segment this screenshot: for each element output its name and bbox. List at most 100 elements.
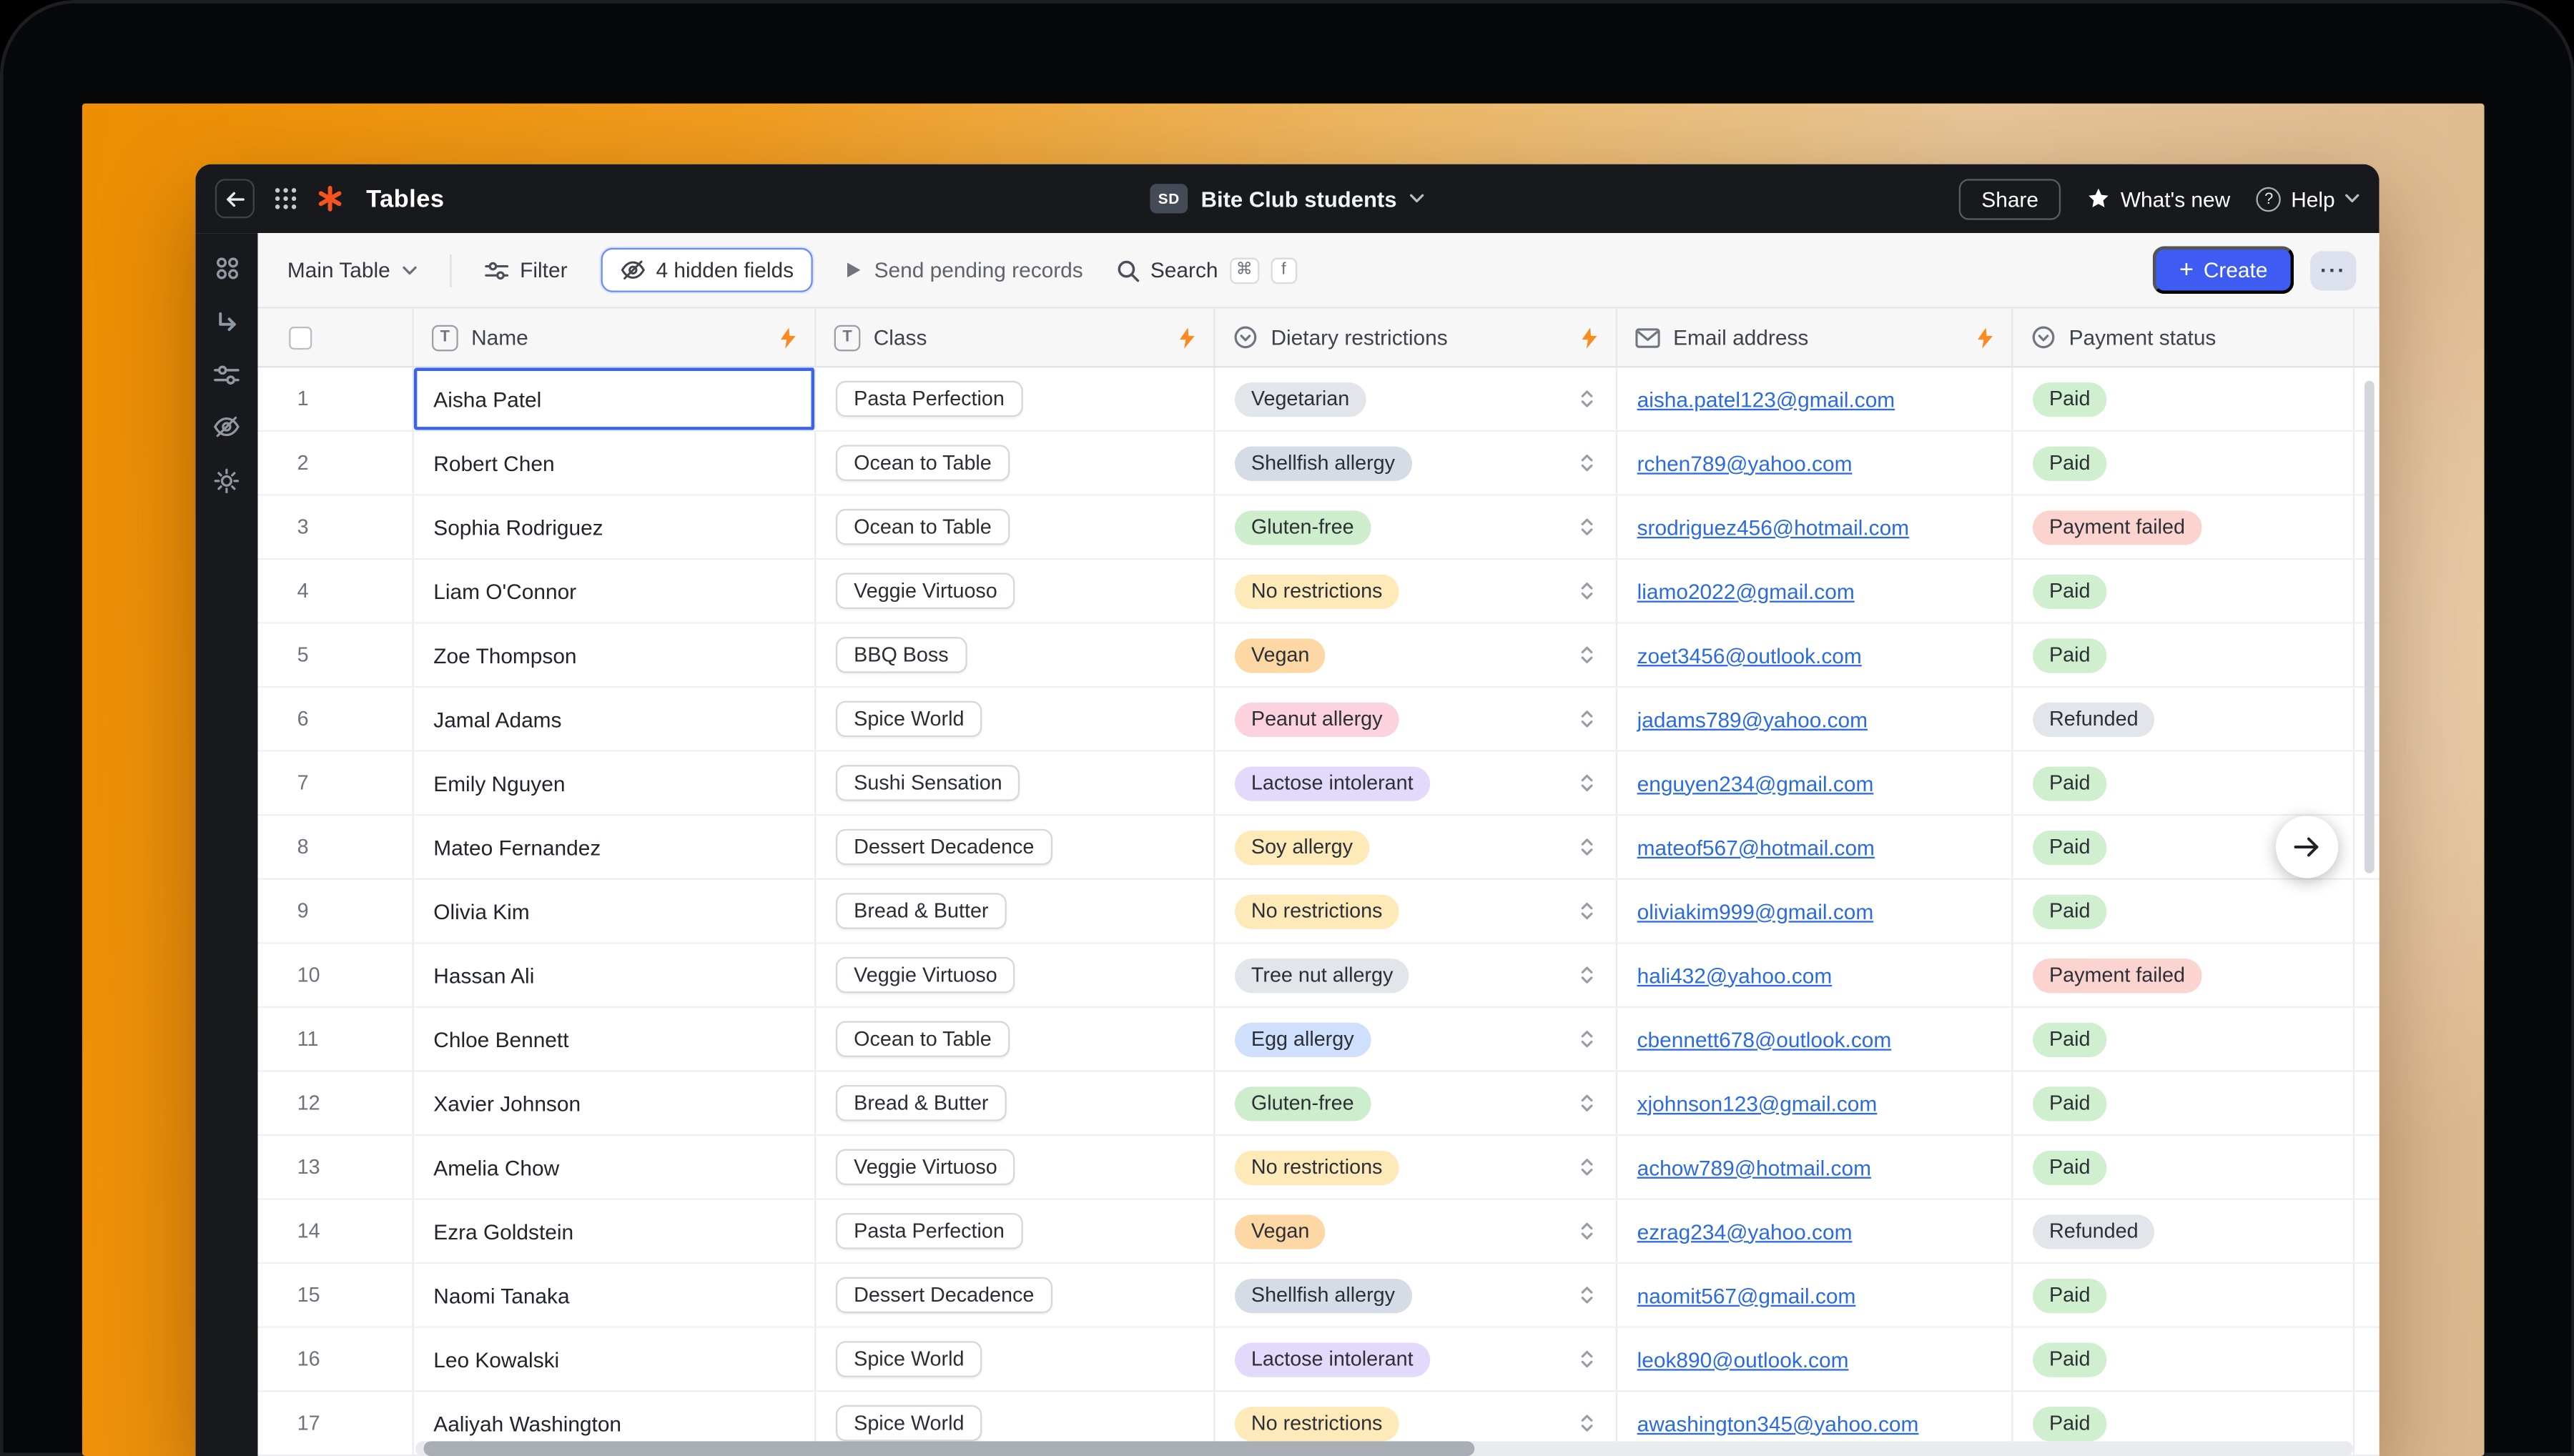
app-grid-icon[interactable] bbox=[275, 187, 297, 210]
select-all-checkbox[interactable] bbox=[289, 326, 312, 349]
cell-name[interactable]: Jamal Adams bbox=[414, 688, 817, 750]
cell-class[interactable]: Spice World bbox=[816, 1328, 1215, 1390]
expand-select-icon[interactable] bbox=[1578, 515, 1596, 538]
email-link[interactable]: xjohnson123@gmail.com bbox=[1637, 1091, 1878, 1115]
email-link[interactable]: liamo2022@gmail.com bbox=[1637, 579, 1855, 603]
cell-payment[interactable]: Paid bbox=[2013, 1008, 2355, 1070]
row-number[interactable]: 5 bbox=[258, 624, 414, 686]
cell-name[interactable]: Chloe Bennett bbox=[414, 1008, 817, 1070]
cell-class[interactable]: Ocean to Table bbox=[816, 496, 1215, 558]
sidebar-apps-icon[interactable] bbox=[214, 256, 239, 280]
cell-email[interactable]: oliviakim999@gmail.com bbox=[1617, 880, 2013, 942]
share-button[interactable]: Share bbox=[1958, 178, 2061, 219]
cell-name[interactable]: Ezra Goldstein bbox=[414, 1200, 817, 1262]
email-link[interactable]: srodriguez456@hotmail.com bbox=[1637, 515, 1909, 539]
cell-payment[interactable]: Paid bbox=[2013, 560, 2355, 622]
create-button[interactable]: + Create bbox=[2153, 246, 2294, 294]
email-link[interactable]: zoet3456@outlook.com bbox=[1637, 643, 1862, 667]
cell-dietary[interactable]: Egg allergy bbox=[1215, 1008, 1617, 1070]
email-link[interactable]: awashington345@yahoo.com bbox=[1637, 1411, 1919, 1435]
cell-dietary[interactable]: Shellfish allergy bbox=[1215, 1264, 1617, 1326]
cell-email[interactable]: achow789@hotmail.com bbox=[1617, 1136, 2013, 1198]
email-link[interactable]: oliviakim999@gmail.com bbox=[1637, 898, 1874, 923]
email-link[interactable]: hali432@yahoo.com bbox=[1637, 963, 1833, 987]
email-link[interactable]: naomit567@gmail.com bbox=[1637, 1283, 1856, 1307]
cell-class[interactable]: Veggie Virtuoso bbox=[816, 1136, 1215, 1198]
cell-class[interactable]: Pasta Perfection bbox=[816, 367, 1215, 430]
cell-name[interactable]: Naomi Tanaka bbox=[414, 1264, 817, 1326]
expand-select-icon[interactable] bbox=[1578, 643, 1596, 666]
cell-name[interactable]: Olivia Kim bbox=[414, 880, 817, 942]
cell-class[interactable]: Spice World bbox=[816, 688, 1215, 750]
cell-name[interactable]: Robert Chen bbox=[414, 432, 817, 494]
column-header-payment[interactable]: Payment status bbox=[2013, 309, 2355, 366]
cell-class[interactable]: Dessert Decadence bbox=[816, 816, 1215, 878]
expand-select-icon[interactable] bbox=[1578, 1156, 1596, 1179]
cell-dietary[interactable]: Gluten-free bbox=[1215, 496, 1617, 558]
cell-dietary[interactable]: Peanut allergy bbox=[1215, 688, 1617, 750]
sidebar-adjustments-icon[interactable] bbox=[214, 365, 240, 386]
expand-select-icon[interactable] bbox=[1578, 580, 1596, 603]
cell-class[interactable]: Bread & Butter bbox=[816, 1072, 1215, 1134]
cell-dietary[interactable]: No restrictions bbox=[1215, 880, 1617, 942]
cell-class[interactable]: Bread & Butter bbox=[816, 880, 1215, 942]
whats-new-button[interactable]: What's new bbox=[2088, 187, 2230, 211]
expand-select-icon[interactable] bbox=[1578, 1219, 1596, 1242]
cell-payment[interactable]: Paid bbox=[2013, 432, 2355, 494]
cell-class[interactable]: Sushi Sensation bbox=[816, 752, 1215, 814]
cell-payment[interactable]: Refunded bbox=[2013, 1200, 2355, 1262]
row-number[interactable]: 4 bbox=[258, 560, 414, 622]
cell-email[interactable]: aisha.patel123@gmail.com bbox=[1617, 367, 2013, 430]
cell-email[interactable]: enguyen234@gmail.com bbox=[1617, 752, 2013, 814]
cell-name[interactable]: Zoe Thompson bbox=[414, 624, 817, 686]
row-number[interactable]: 7 bbox=[258, 752, 414, 814]
row-number[interactable]: 10 bbox=[258, 944, 414, 1006]
cell-name[interactable]: Leo Kowalski bbox=[414, 1328, 817, 1390]
email-link[interactable]: leok890@outlook.com bbox=[1637, 1347, 1849, 1371]
row-number[interactable]: 17 bbox=[258, 1392, 414, 1454]
row-number[interactable]: 13 bbox=[258, 1136, 414, 1198]
send-pending-button[interactable]: Send pending records bbox=[847, 258, 1083, 282]
cell-email[interactable]: naomit567@gmail.com bbox=[1617, 1264, 2013, 1326]
cell-payment[interactable]: Paid bbox=[2013, 1136, 2355, 1198]
cell-class[interactable]: Ocean to Table bbox=[816, 1008, 1215, 1070]
cell-name[interactable]: Sophia Rodriguez bbox=[414, 496, 817, 558]
row-number[interactable]: 1 bbox=[258, 367, 414, 430]
cell-name[interactable]: Amelia Chow bbox=[414, 1136, 817, 1198]
sidebar-eye-off-icon[interactable] bbox=[214, 415, 240, 438]
cell-payment[interactable]: Paid bbox=[2013, 752, 2355, 814]
horizontal-scrollbar-track[interactable] bbox=[415, 1441, 2353, 1456]
expand-select-icon[interactable] bbox=[1578, 452, 1596, 475]
email-link[interactable]: enguyen234@gmail.com bbox=[1637, 771, 1874, 795]
search-button[interactable]: Search ⌘ f bbox=[1116, 257, 1297, 283]
cell-dietary[interactable]: Vegan bbox=[1215, 624, 1617, 686]
cell-payment[interactable]: Refunded bbox=[2013, 688, 2355, 750]
cell-email[interactable]: mateof567@hotmail.com bbox=[1617, 816, 2013, 878]
help-menu[interactable]: ? Help bbox=[2257, 187, 2360, 211]
cell-name[interactable]: Aisha Patel bbox=[414, 367, 817, 430]
cell-payment[interactable]: Paid bbox=[2013, 1072, 2355, 1134]
cell-payment[interactable]: Payment failed bbox=[2013, 496, 2355, 558]
email-link[interactable]: mateof567@hotmail.com bbox=[1637, 835, 1875, 859]
horizontal-scrollbar-thumb[interactable] bbox=[423, 1441, 1474, 1456]
expand-select-icon[interactable] bbox=[1578, 708, 1596, 731]
expand-select-icon[interactable] bbox=[1578, 836, 1596, 858]
email-link[interactable]: jadams789@yahoo.com bbox=[1637, 707, 1868, 731]
cell-email[interactable]: leok890@outlook.com bbox=[1617, 1328, 2013, 1390]
row-number[interactable]: 2 bbox=[258, 432, 414, 494]
cell-email[interactable]: jadams789@yahoo.com bbox=[1617, 688, 2013, 750]
cell-class[interactable]: Veggie Virtuoso bbox=[816, 560, 1215, 622]
row-number[interactable]: 8 bbox=[258, 816, 414, 878]
cell-email[interactable]: cbennett678@outlook.com bbox=[1617, 1008, 2013, 1070]
expand-select-icon[interactable] bbox=[1578, 1028, 1596, 1051]
cell-dietary[interactable]: Lactose intolerant bbox=[1215, 752, 1617, 814]
email-link[interactable]: cbennett678@outlook.com bbox=[1637, 1026, 1892, 1051]
email-link[interactable]: ezrag234@yahoo.com bbox=[1637, 1219, 1853, 1243]
cell-email[interactable]: ezrag234@yahoo.com bbox=[1617, 1200, 2013, 1262]
cell-name[interactable]: Mateo Fernandez bbox=[414, 816, 817, 878]
cell-class[interactable]: BBQ Boss bbox=[816, 624, 1215, 686]
row-number[interactable]: 6 bbox=[258, 688, 414, 750]
cell-dietary[interactable]: No restrictions bbox=[1215, 1136, 1617, 1198]
cell-name[interactable]: Hassan Ali bbox=[414, 944, 817, 1006]
cell-dietary[interactable]: Soy allergy bbox=[1215, 816, 1617, 878]
